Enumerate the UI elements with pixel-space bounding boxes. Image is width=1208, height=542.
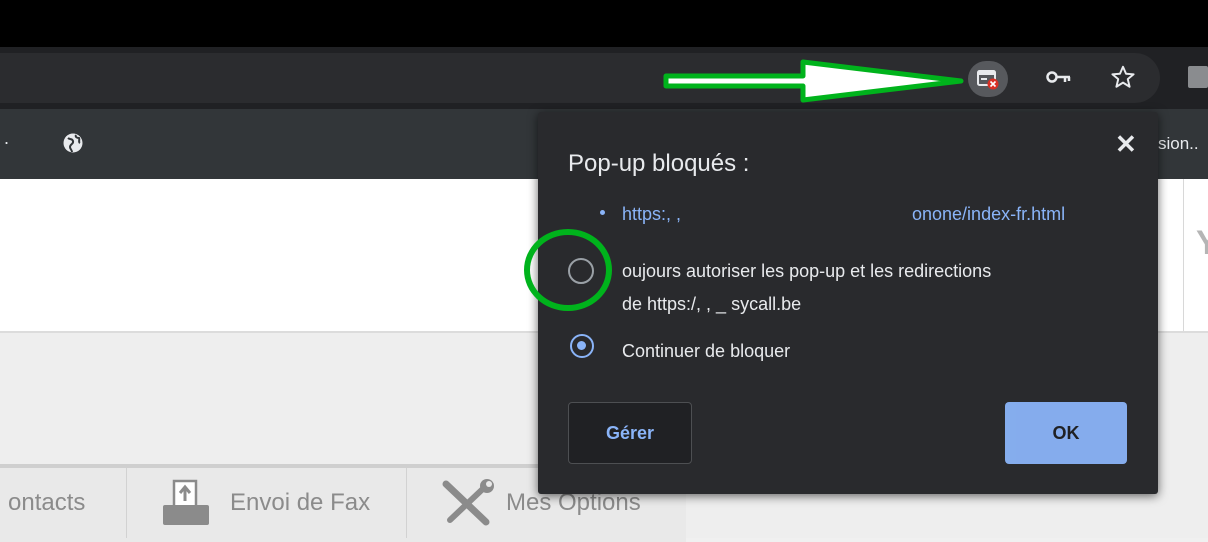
fax-icon: [163, 479, 209, 525]
tab-fax-label: Envoi de Fax: [230, 489, 371, 516]
manage-button[interactable]: Gérer: [568, 402, 692, 464]
annotation-circle: [524, 229, 612, 311]
tab-contacts[interactable]: ontacts: [8, 468, 124, 538]
window-top-bar: [0, 0, 1208, 47]
tab-divider: [406, 468, 407, 538]
tab-contacts-label: ontacts: [8, 489, 86, 516]
blocked-url-link[interactable]: https:, ,: [622, 204, 681, 225]
tab-divider: [126, 468, 127, 538]
bookmark-star-icon[interactable]: [1110, 64, 1136, 90]
ok-button[interactable]: OK: [1005, 402, 1127, 464]
extension-icon[interactable]: [1188, 66, 1208, 88]
close-icon[interactable]: ✕: [1115, 129, 1137, 160]
divider: [1183, 179, 1184, 331]
bookmark-item-truncated[interactable]: .: [4, 128, 9, 149]
radio-keep-blocking-label: Continuer de bloquer: [622, 341, 791, 361]
key-icon[interactable]: [1046, 67, 1072, 87]
radio-selected-dot: [577, 341, 586, 350]
popup-blocked-indicator[interactable]: [968, 61, 1008, 97]
list-bullet: [600, 210, 605, 215]
blocked-url-link-end[interactable]: onone/index-fr.html: [912, 204, 1065, 225]
tab-fax[interactable]: Envoi de Fax: [160, 468, 400, 538]
bookmark-item-right[interactable]: sion..: [1158, 134, 1199, 154]
radio-allow-label-line2: de https:/, , _ sycall.be: [622, 294, 802, 314]
globe-icon[interactable]: [62, 132, 84, 154]
popup-blocked-icon: [977, 70, 999, 90]
tools-icon: [442, 479, 494, 526]
radio-allow-label: oujours autoriser les pop-up et les redi…: [622, 261, 992, 281]
radio-keep-blocking[interactable]: [570, 334, 594, 358]
annotation-arrow: [663, 59, 964, 103]
partial-logo-glyph: Y: [1196, 224, 1208, 262]
popup-title: Pop-up bloqués :: [568, 150, 750, 177]
